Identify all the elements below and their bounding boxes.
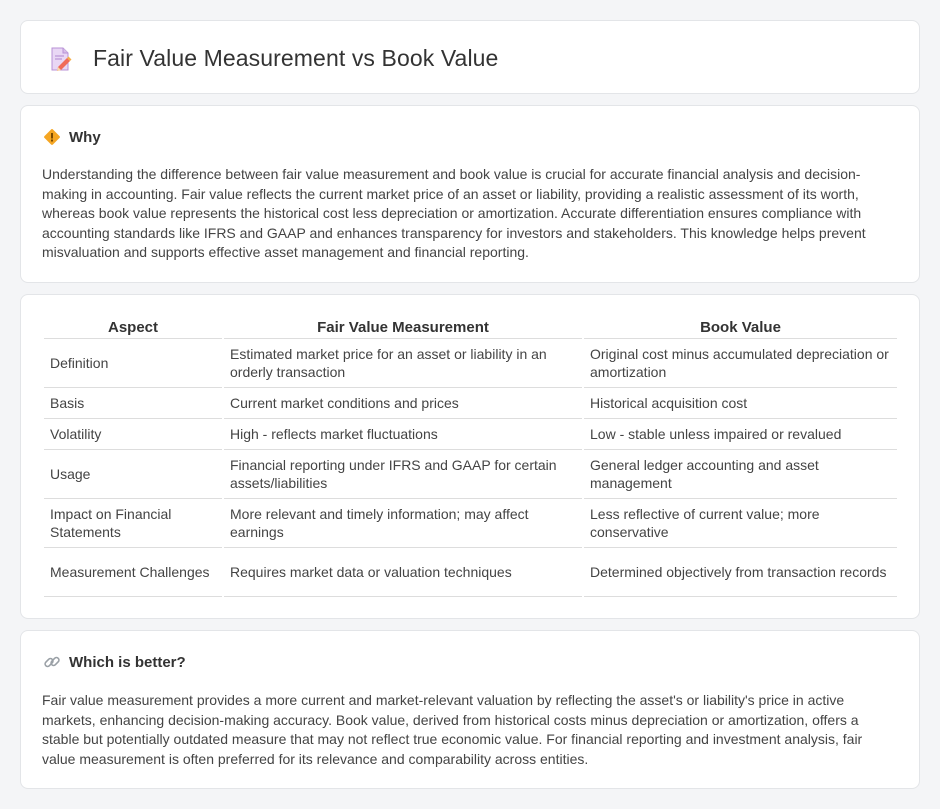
diamond-warning-icon [44,129,60,145]
page-title: Fair Value Measurement vs Book Value [93,45,499,71]
header-book-value: Book Value [584,317,897,339]
better-text: Fair value measurement provides a more c… [42,692,863,767]
table-header-row: Aspect Fair Value Measurement Book Value [44,317,897,339]
cell-aspect: Definition [44,339,222,388]
cell-book-value: Original cost minus accumulated deprecia… [584,339,897,388]
why-title: Why [69,128,101,146]
comparison-section: Aspect Fair Value Measurement Book Value… [20,294,920,619]
why-heading: Why [43,128,101,146]
page-title-row: Fair Value Measurement vs Book Value [47,45,498,72]
better-title: Which is better? [69,653,186,671]
cell-fair-value: Current market conditions and prices [224,388,582,419]
table-row: Basis Current market conditions and pric… [44,388,897,419]
cell-aspect: Basis [44,388,222,419]
why-section: Why Understanding the difference between… [20,105,920,283]
header-fair-value: Fair Value Measurement [224,317,582,339]
link-icon [44,656,60,668]
cell-aspect: Volatility [44,419,222,450]
table-row: Impact on Financial Statements More rele… [44,499,897,548]
better-heading: Which is better? [43,653,186,671]
cell-fair-value: Requires market data or valuation techni… [224,548,582,597]
cell-book-value: Determined objectively from transaction … [584,548,897,597]
cell-aspect: Usage [44,450,222,499]
header-aspect: Aspect [44,317,222,339]
cell-aspect: Measurement Challenges [44,548,222,597]
cell-book-value: Less reflective of current value; more c… [584,499,897,548]
cell-fair-value: Estimated market price for an asset or l… [224,339,582,388]
better-section: Which is better? Fair value measurement … [20,630,920,789]
cell-fair-value: More relevant and timely information; ma… [224,499,582,548]
cell-fair-value: High - reflects market fluctuations [224,419,582,450]
table-row: Definition Estimated market price for an… [44,339,897,388]
why-text: Understanding the difference between fai… [42,166,866,260]
table-row: Usage Financial reporting under IFRS and… [44,450,897,499]
comparison-table: Aspect Fair Value Measurement Book Value… [42,317,899,597]
cell-book-value: General ledger accounting and asset mana… [584,450,897,499]
table-row: Volatility High - reflects market fluctu… [44,419,897,450]
cell-aspect: Impact on Financial Statements [44,499,222,548]
cell-book-value: Low - stable unless impaired or revalued [584,419,897,450]
header-card: Fair Value Measurement vs Book Value [20,20,920,94]
table-row: Measurement Challenges Requires market d… [44,548,897,597]
document-pencil-icon [51,47,72,71]
cell-fair-value: Financial reporting under IFRS and GAAP … [224,450,582,499]
cell-book-value: Historical acquisition cost [584,388,897,419]
